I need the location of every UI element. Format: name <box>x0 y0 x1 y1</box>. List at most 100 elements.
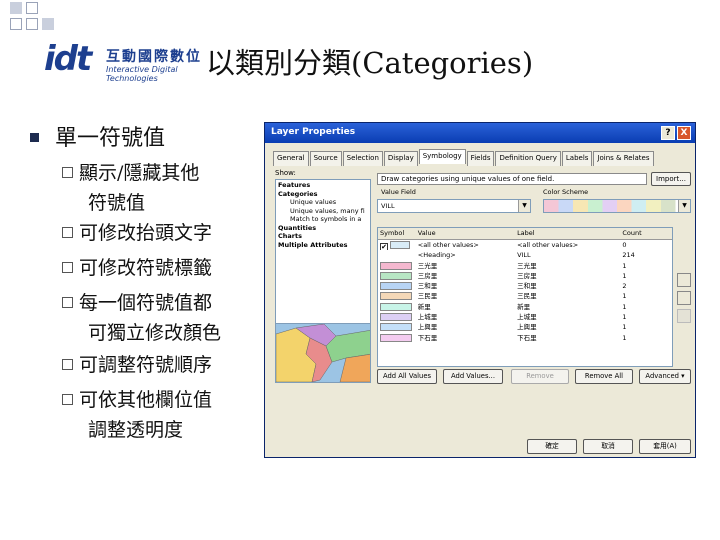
color-scheme-select[interactable]: ▼ <box>543 199 691 213</box>
symbol-cell[interactable] <box>378 291 416 301</box>
tab-labels[interactable]: Labels <box>561 151 593 166</box>
symbol-cell[interactable]: ✔ <box>378 240 416 251</box>
value-cell[interactable]: 下石里 <box>416 333 515 343</box>
label-cell[interactable]: 新里 <box>515 302 620 312</box>
count-cell[interactable]: 1 <box>620 312 672 322</box>
color-swatch[interactable] <box>380 282 412 291</box>
advanced-button[interactable]: Advanced ▾ <box>639 369 691 384</box>
value-cell[interactable]: <Heading> <box>416 250 515 260</box>
checkbox-icon[interactable]: ✔ <box>380 243 388 251</box>
add-all-values-button[interactable]: Add All Values <box>377 369 437 384</box>
table-row[interactable]: 三和里 三和里 2 <box>378 281 672 291</box>
label-cell[interactable]: 三民里 <box>515 291 620 301</box>
table-row[interactable]: 三房里 三房里 1 <box>378 271 672 281</box>
color-swatch[interactable] <box>380 261 412 270</box>
chevron-down-icon[interactable]: ▼ <box>518 200 530 212</box>
table-row[interactable]: 上城里 上城里 1 <box>378 312 672 322</box>
move-bottom-icon[interactable] <box>677 309 691 323</box>
tree-item-features[interactable]: Features <box>278 181 368 190</box>
count-cell[interactable]: 1 <box>620 261 672 271</box>
dialog-titlebar[interactable]: Layer Properties ? X <box>265 123 695 143</box>
value-cell[interactable]: 三房里 <box>416 271 515 281</box>
value-cell[interactable]: 三光里 <box>416 261 515 271</box>
count-cell[interactable]: 1 <box>620 302 672 312</box>
cancel-button[interactable]: 取消 <box>583 439 633 454</box>
tree-item-match-symbols[interactable]: Match to symbols in a <box>278 215 368 224</box>
value-cell[interactable]: 上興里 <box>416 322 515 332</box>
symbol-cell[interactable] <box>378 302 416 312</box>
count-cell[interactable]: 2 <box>620 281 672 291</box>
label-cell[interactable]: 三光里 <box>515 261 620 271</box>
color-swatch[interactable] <box>380 302 412 311</box>
color-swatch[interactable] <box>380 292 412 301</box>
symbol-cell[interactable] <box>378 271 416 281</box>
add-values-button[interactable]: Add Values... <box>443 369 503 384</box>
move-down-icon[interactable] <box>677 291 691 305</box>
table-row[interactable]: ✔ <all other values> <all other values> 0 <box>378 240 672 251</box>
label-cell[interactable]: 三房里 <box>515 271 620 281</box>
move-up-icon[interactable] <box>677 273 691 287</box>
tab-joins-relates[interactable]: Joins & Relates <box>593 151 654 166</box>
count-cell[interactable]: 1 <box>620 271 672 281</box>
label-cell[interactable]: 三和里 <box>515 281 620 291</box>
table-row[interactable]: 下石里 下石里 1 <box>378 333 672 343</box>
count-cell[interactable]: 1 <box>620 291 672 301</box>
tree-item-charts[interactable]: Charts <box>278 232 368 241</box>
symbol-cell[interactable] <box>378 281 416 291</box>
table-row[interactable]: <Heading> VILL 214 <box>378 250 672 260</box>
count-cell[interactable]: 1 <box>620 333 672 343</box>
help-button[interactable]: ? <box>661 126 675 140</box>
table-row[interactable]: 上興里 上興里 1 <box>378 322 672 332</box>
symbol-cell[interactable] <box>378 250 416 260</box>
table-row[interactable]: 三光里 三光里 1 <box>378 261 672 271</box>
value-cell[interactable]: 三民里 <box>416 291 515 301</box>
value-cell[interactable]: 三和里 <box>416 281 515 291</box>
tab-display[interactable]: Display <box>383 151 418 166</box>
count-cell[interactable]: 0 <box>620 240 672 250</box>
column-header-count[interactable]: Count <box>620 228 672 239</box>
label-cell[interactable]: 上城里 <box>515 312 620 322</box>
close-button[interactable]: X <box>677 126 691 140</box>
count-cell[interactable]: 1 <box>620 322 672 332</box>
tab-source[interactable]: Source <box>309 151 342 166</box>
value-cell[interactable]: 新里 <box>416 302 515 312</box>
tab-selection[interactable]: Selection <box>342 151 383 166</box>
tree-item-unique-values-many[interactable]: Unique values, many fi <box>278 207 368 216</box>
value-field-select[interactable]: VILL ▼ <box>377 199 531 213</box>
column-header-value[interactable]: Value <box>416 228 515 239</box>
label-cell[interactable]: <all other values> <box>515 240 620 250</box>
symbol-cell[interactable] <box>378 322 416 332</box>
symbol-cell[interactable] <box>378 312 416 322</box>
chevron-down-icon[interactable]: ▼ <box>678 200 690 212</box>
tree-item-multiple-attributes[interactable]: Multiple Attributes <box>278 241 368 250</box>
tree-item-unique-values[interactable]: Unique values <box>278 198 368 207</box>
symbol-cell[interactable] <box>378 333 416 343</box>
import-button[interactable]: Import... <box>651 172 691 186</box>
label-cell[interactable]: VILL <box>515 250 620 260</box>
color-swatch[interactable] <box>380 313 412 322</box>
tree-item-categories[interactable]: Categories <box>278 190 368 199</box>
table-row[interactable]: 新里 新里 1 <box>378 302 672 312</box>
count-cell[interactable]: 214 <box>620 250 672 260</box>
table-row[interactable]: 三民里 三民里 1 <box>378 291 672 301</box>
tab-general[interactable]: General <box>273 151 309 166</box>
value-cell[interactable]: 上城里 <box>416 312 515 322</box>
tab-symbology[interactable]: Symbology <box>418 149 466 164</box>
column-header-label[interactable]: Label <box>515 228 620 239</box>
apply-button[interactable]: 套用(A) <box>639 439 691 454</box>
color-swatch[interactable] <box>380 333 412 342</box>
color-swatch[interactable] <box>380 323 412 332</box>
value-cell[interactable]: <all other values> <box>416 240 515 250</box>
tab-definition-query[interactable]: Definition Query <box>495 151 561 166</box>
label-cell[interactable]: 下石里 <box>515 333 620 343</box>
remove-all-button[interactable]: Remove All <box>575 369 633 384</box>
tree-item-quantities[interactable]: Quantities <box>278 224 368 233</box>
ok-button[interactable]: 確定 <box>527 439 577 454</box>
remove-button[interactable]: Remove <box>511 369 569 384</box>
color-swatch[interactable] <box>380 271 412 280</box>
column-header-symbol[interactable]: Symbol <box>378 228 416 239</box>
symbol-cell[interactable] <box>378 261 416 271</box>
label-cell[interactable]: 上興里 <box>515 322 620 332</box>
tab-fields[interactable]: Fields <box>466 151 495 166</box>
color-swatch[interactable] <box>390 241 410 249</box>
